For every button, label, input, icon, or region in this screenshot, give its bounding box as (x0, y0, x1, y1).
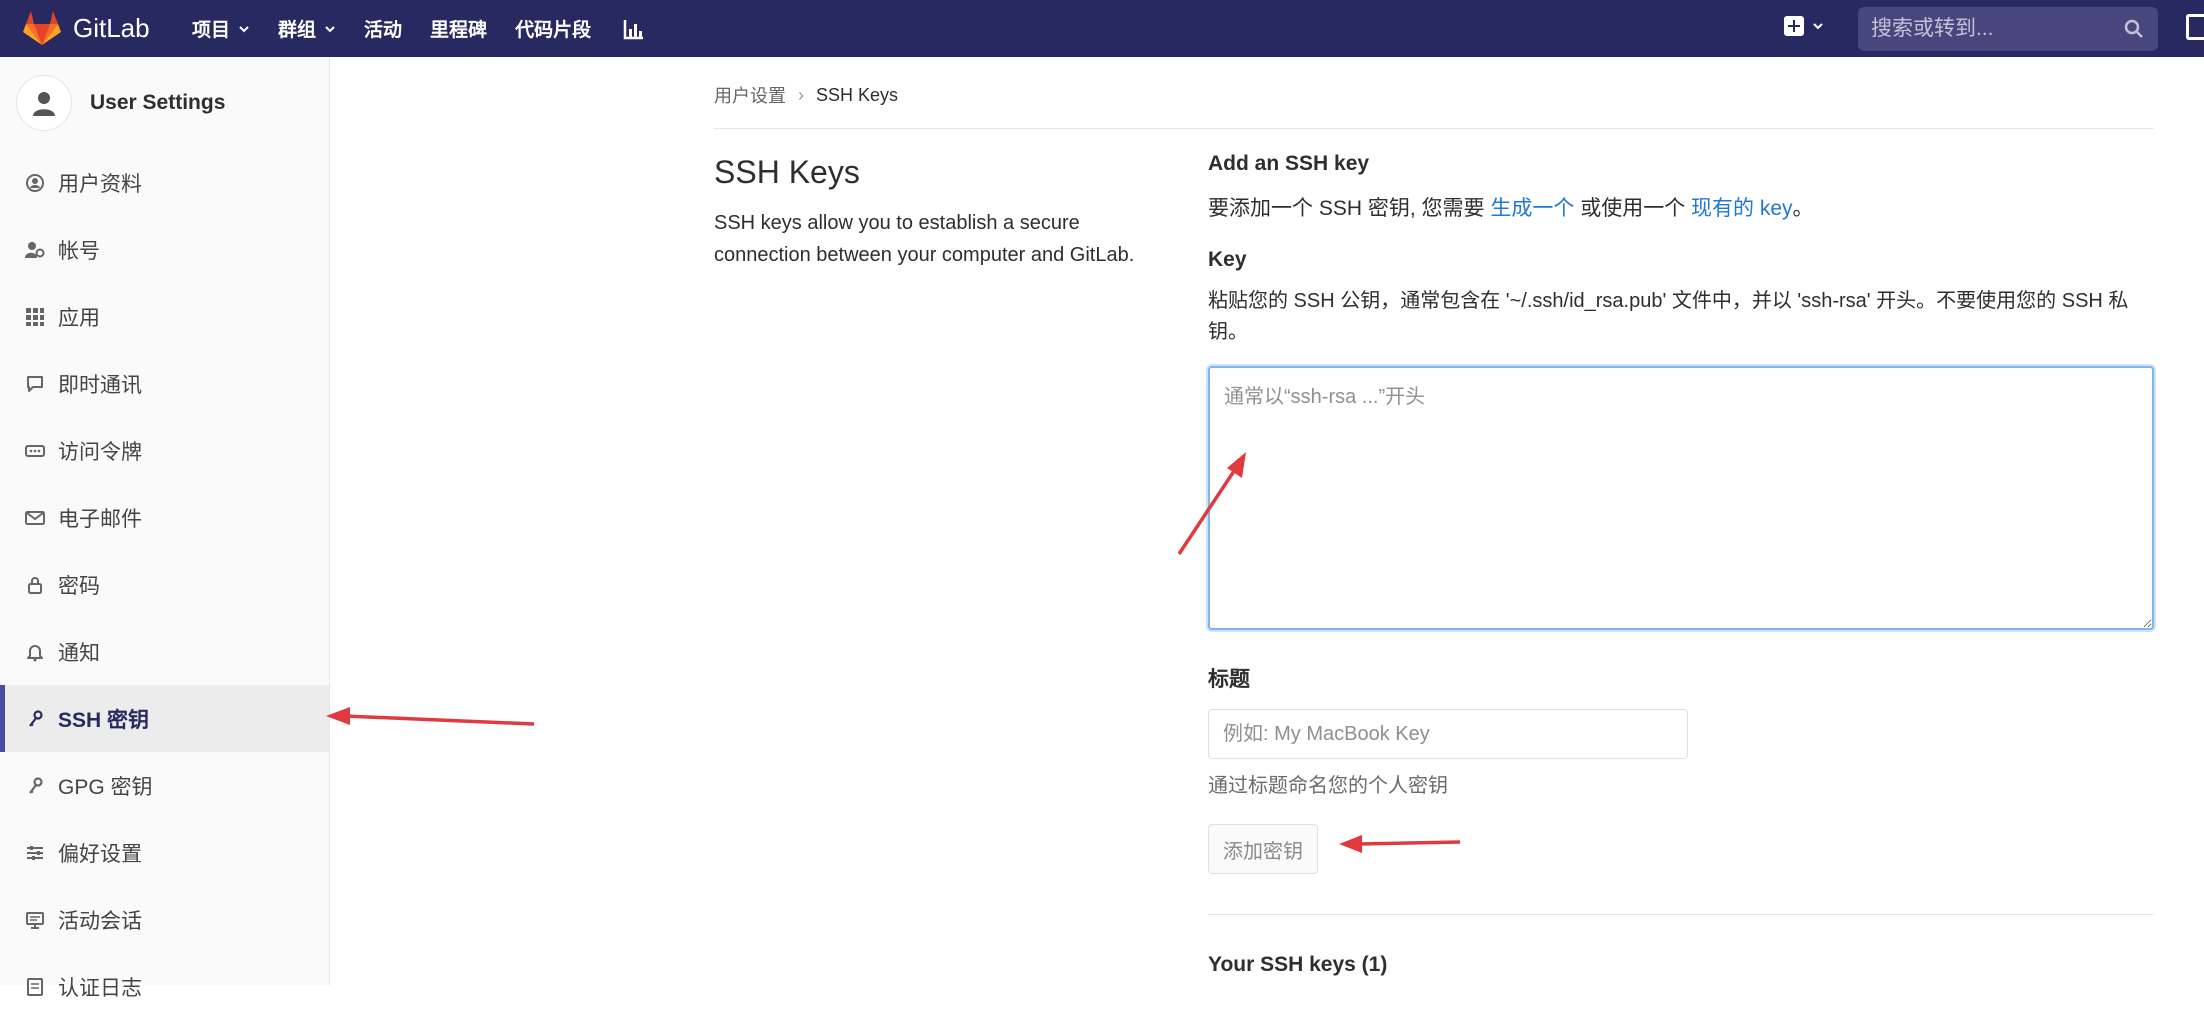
add-key-text-3: 。 (1792, 197, 1814, 220)
breadcrumb: 用户设置 › SSH Keys (714, 82, 898, 108)
your-keys-heading: Your SSH keys (1) (1208, 953, 1388, 976)
sidebar-item-label: GPG 密钥 (58, 775, 153, 799)
mail-icon (24, 507, 46, 529)
sidebar-item-access-tokens[interactable]: 访问令牌 (0, 417, 329, 484)
sidebar-item-label: 应用 (58, 306, 100, 330)
sidebar-item-preferences[interactable]: 偏好设置 (0, 819, 329, 886)
sidebar-item-label: 认证日志 (58, 976, 142, 1000)
breadcrumb-divider (714, 128, 2154, 129)
ssh-key-form: Add an SSH key 要添加一个 SSH 密钥, 您需要 生成一个 或使… (1208, 152, 2154, 977)
sidebar-title: User Settings (90, 91, 226, 114)
key-icon (24, 708, 46, 730)
preferences-icon (24, 842, 46, 864)
sidebar-item-label: 偏好设置 (58, 842, 142, 866)
settings-intro: SSH Keys SSH keys allow you to establish… (714, 154, 1174, 271)
sidebar-item-ssh-keys[interactable]: SSH 密钥 (0, 685, 329, 752)
lock-icon (24, 574, 46, 596)
add-key-instructions: 要添加一个 SSH 密钥, 您需要 生成一个 或使用一个 现有的 key。 (1208, 192, 2154, 222)
breadcrumb-current[interactable]: SSH Keys (816, 85, 898, 106)
nav-activity[interactable]: 活动 (364, 15, 402, 42)
nav-groups[interactable]: 群组 (278, 15, 336, 42)
add-key-text-1: 要添加一个 SSH 密钥, 您需要 (1208, 197, 1491, 220)
brand-name[interactable]: GitLab (73, 13, 150, 44)
add-key-text-2: 或使用一个 (1574, 197, 1692, 220)
generate-key-link[interactable]: 生成一个 (1490, 197, 1574, 220)
sidebar: User Settings 用户资料 帐号 应用 即时通讯 访问令牌 电子邮件 … (0, 57, 330, 1000)
new-dropdown-button[interactable] (1784, 16, 1824, 36)
sidebar-item-label: 即时通讯 (58, 373, 142, 397)
title-help-text: 通过标题命名您的个人密钥 (1208, 775, 1448, 797)
sidebar-item-auth-log[interactable]: 认证日志 (0, 953, 329, 1020)
chat-icon (24, 373, 46, 395)
sidebar-item-account[interactable]: 帐号 (0, 216, 329, 283)
nav-snippets[interactable]: 代码片段 (515, 15, 591, 42)
nav-groups-label: 群组 (278, 20, 317, 41)
sidebar-item-applications[interactable]: 应用 (0, 283, 329, 350)
key-icon (24, 775, 46, 797)
main-nav: 项目 群组 活动 里程碑 代码片段 (192, 0, 645, 57)
sidebar-item-gpg-keys[interactable]: GPG 密钥 (0, 752, 329, 819)
breadcrumb-separator-icon: › (798, 84, 804, 105)
search-input[interactable] (1871, 17, 2111, 41)
page-description: SSH keys allow you to establish a secure… (714, 212, 1135, 266)
sidebar-item-label: 通知 (58, 641, 100, 665)
sidebar-item-label: 帐号 (58, 239, 100, 263)
sidebar-item-chat[interactable]: 即时通讯 (0, 350, 329, 417)
nav-projects[interactable]: 项目 (192, 15, 250, 42)
sidebar-item-label: 密码 (58, 574, 100, 598)
nav-milestones[interactable]: 里程碑 (430, 15, 487, 42)
add-key-button[interactable]: 添加密钥 (1208, 824, 1318, 874)
title-label: 标题 (1208, 668, 1250, 691)
chevron-down-icon (1813, 23, 1823, 30)
chart-icon[interactable] (623, 18, 645, 40)
bell-icon (24, 641, 46, 663)
chevron-down-icon (325, 25, 335, 32)
applications-icon (24, 306, 46, 328)
section-divider (1208, 914, 2154, 915)
gitlab-logo-icon[interactable] (22, 10, 62, 46)
key-textarea[interactable] (1208, 366, 2154, 630)
sidebar-item-label: SSH 密钥 (58, 708, 150, 732)
top-navbar: GitLab 项目 群组 活动 里程碑 代码片段 (0, 0, 2204, 57)
log-icon (24, 976, 46, 998)
key-label: Key (1208, 248, 1247, 271)
profile-icon (24, 172, 46, 194)
issues-icon[interactable] (2186, 14, 2204, 40)
sidebar-item-label: 用户资料 (58, 172, 142, 196)
plus-square-icon (1784, 16, 1804, 36)
sidebar-item-label: 活动会话 (58, 909, 142, 933)
page-title: SSH Keys (714, 154, 860, 190)
avatar (16, 75, 72, 131)
nav-projects-label: 项目 (192, 20, 231, 41)
existing-key-link[interactable]: 现有的 key (1691, 197, 1793, 220)
chevron-down-icon (239, 25, 249, 32)
search-box (1858, 7, 2158, 51)
user-icon (33, 92, 55, 116)
token-icon (24, 440, 46, 462)
sidebar-item-label: 访问令牌 (58, 440, 142, 464)
search-icon[interactable] (2124, 19, 2144, 39)
breadcrumb-parent[interactable]: 用户设置 (714, 82, 786, 108)
sidebar-item-password[interactable]: 密码 (0, 551, 329, 618)
title-input[interactable] (1208, 709, 1688, 759)
sidebar-item-notifications[interactable]: 通知 (0, 618, 329, 685)
monitor-icon (24, 909, 46, 931)
sidebar-header[interactable]: User Settings (0, 57, 329, 149)
sidebar-item-label: 电子邮件 (58, 507, 142, 531)
sidebar-item-emails[interactable]: 电子邮件 (0, 484, 329, 551)
arrow-to-sidebar (344, 714, 535, 726)
sidebar-item-active-sessions[interactable]: 活动会话 (0, 886, 329, 953)
add-key-heading: Add an SSH key (1208, 152, 1370, 175)
key-help-text: 粘贴您的 SSH 公钥，通常包含在 '~/.ssh/id_rsa.pub' 文件… (1208, 290, 2129, 343)
account-icon (24, 239, 46, 261)
sidebar-item-profile[interactable]: 用户资料 (0, 149, 329, 216)
